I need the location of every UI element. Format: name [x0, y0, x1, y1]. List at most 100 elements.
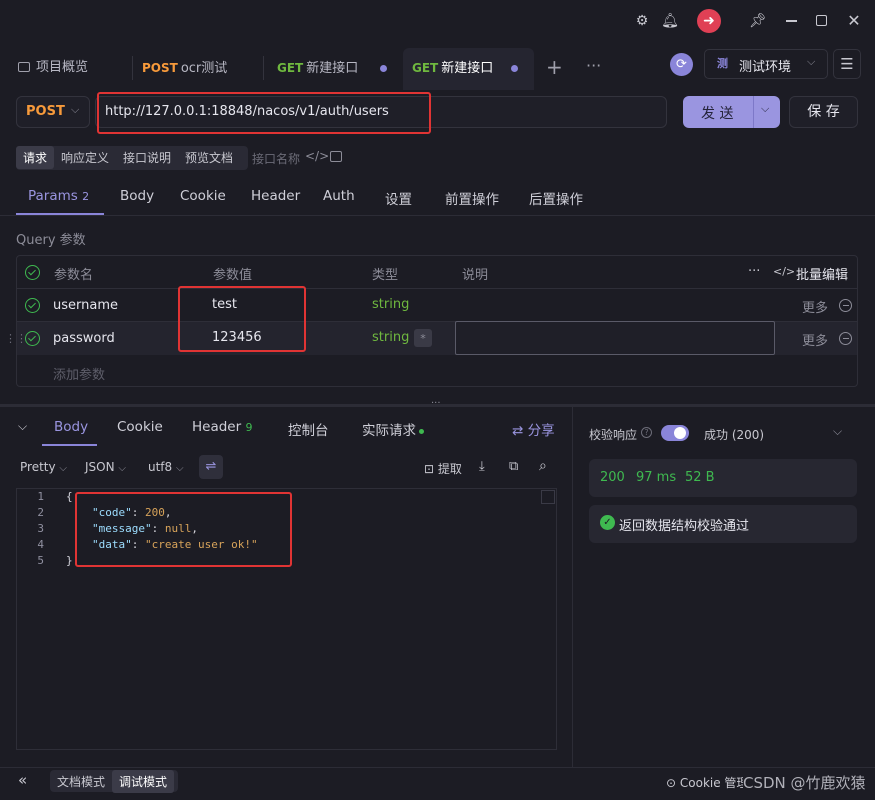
subtab-api-desc[interactable]: 接口说明 — [116, 146, 178, 169]
highlight-url — [97, 92, 431, 134]
subtab-preview-doc[interactable]: 预览文档 — [178, 146, 240, 169]
save-button[interactable]: 保 存 — [789, 96, 858, 128]
collapse-sidebar-icon[interactable]: « — [18, 771, 27, 789]
tab-params[interactable]: Params 2 — [28, 188, 89, 204]
extract-icon: ⊡ — [424, 462, 435, 476]
cookie-manager-button[interactable]: ⊙ Cookie 管理 — [666, 774, 748, 791]
search-icon[interactable]: ⌕ — [539, 458, 547, 474]
more-tabs-icon[interactable]: ··· — [586, 56, 601, 75]
extract-button[interactable]: ⊡ 提取 — [424, 460, 462, 477]
unsaved-dot — [511, 65, 519, 72]
debug-mode-button[interactable]: 调试模式 — [112, 770, 175, 793]
validate-panel: ✓ 返回数据结构校验通过 — [589, 505, 857, 543]
chevron-down-icon: ⌵ — [807, 55, 816, 68]
resp-tab-body[interactable]: Body — [54, 419, 88, 435]
api-name-input[interactable]: 接口名称 — [252, 150, 300, 167]
header-name: 参数名 — [54, 268, 94, 283]
tab-header[interactable]: Header — [251, 188, 300, 204]
param-type[interactable]: string — [372, 330, 409, 345]
chevron-down-icon[interactable]: ⌵ — [761, 102, 769, 116]
subtab-response-def[interactable]: 响应定义 — [54, 146, 116, 169]
status-code: 200 — [600, 470, 625, 485]
row-checkbox[interactable] — [25, 331, 40, 346]
pretty-select[interactable]: Pretty ⌵ — [20, 460, 67, 474]
validate-toggle[interactable] — [661, 425, 689, 441]
more-icon[interactable]: ··· — [748, 264, 760, 279]
bell-icon[interactable]: 🔔︎ — [661, 12, 679, 30]
tab-settings[interactable]: 设置 — [385, 188, 412, 208]
validate-label: 校验响应 — [589, 428, 638, 442]
tab-new-api-2[interactable]: GET 新建接口 — [412, 48, 519, 88]
tab-auth[interactable]: Auth — [323, 188, 355, 204]
share-icon: ⇄ — [512, 423, 524, 439]
json-select[interactable]: JSON ⌵ — [85, 460, 126, 474]
tab-post-ops[interactable]: 后置操作 — [529, 188, 583, 208]
param-name[interactable]: password — [53, 331, 115, 346]
highlight-response — [75, 492, 292, 567]
panel-icon[interactable] — [330, 151, 342, 162]
cookie-icon: ⊙ — [666, 776, 677, 790]
collapse-icon[interactable]: ⌵ — [18, 419, 27, 434]
bulk-edit-button[interactable]: 批量编辑 — [796, 264, 848, 283]
sync-icon[interactable]: ⟳ — [670, 53, 693, 76]
response-time: 97 ms — [636, 470, 677, 485]
tab-ocr[interactable]: POST ocr测试 — [142, 48, 227, 88]
tab-cookie[interactable]: Cookie — [180, 188, 226, 204]
header-desc: 说明 — [462, 268, 489, 283]
unsaved-dot — [380, 65, 388, 72]
minimize-icon[interactable] — [786, 20, 797, 22]
settings-icon[interactable]: ⚙ — [633, 12, 651, 30]
encoding-select[interactable]: utf8 ⌵ — [148, 460, 184, 474]
method-select[interactable]: POST ⌵ — [16, 96, 90, 128]
copy-icon[interactable]: ⧉ — [509, 459, 518, 474]
close-icon[interactable]: ✕ — [845, 12, 863, 30]
select-all-checkbox[interactable] — [25, 265, 40, 280]
required-toggle[interactable]: * — [414, 329, 432, 347]
resp-tab-console[interactable]: 控制台 — [288, 419, 329, 439]
row-checkbox[interactable] — [25, 298, 40, 313]
remove-row-icon[interactable] — [839, 299, 852, 312]
add-tab-icon[interactable]: + — [546, 55, 563, 79]
drag-handle-icon[interactable]: ⋮⋮ — [5, 332, 27, 345]
param-name[interactable]: username — [53, 298, 118, 313]
wrap-icon[interactable]: ⇌ — [199, 455, 223, 479]
pin-icon[interactable]: 📌︎ — [749, 12, 767, 30]
response-size: 52 B — [685, 470, 715, 485]
tab-bar: 项目概览 POST ocr测试 GET 新建接口 GET 新建接口 + ··· ⟳ 测… — [0, 48, 875, 90]
share-button[interactable]: ⇄ 分享 — [512, 419, 555, 439]
remove-row-icon[interactable] — [839, 332, 852, 345]
add-param-button[interactable]: 添加参数 — [53, 364, 105, 383]
avatar[interactable]: ➜ — [697, 9, 721, 33]
validate-result-select[interactable]: 成功 (200) — [704, 426, 764, 443]
status-panel: 200 97 ms 52 B — [589, 459, 857, 497]
more-button[interactable]: 更多 — [802, 330, 828, 349]
header-value: 参数值 — [213, 268, 253, 283]
chevron-down-icon[interactable]: ⌵ — [833, 424, 842, 439]
splitter-handle-icon[interactable]: ··· — [431, 398, 441, 409]
tab-overview[interactable]: 项目概览 — [18, 48, 88, 88]
send-button[interactable]: 发 送 ⌵ — [683, 96, 780, 128]
download-icon[interactable]: ⤓ — [479, 459, 485, 474]
param-type[interactable]: string — [372, 297, 409, 312]
env-selector[interactable]: 测 测试环境 ⌵ — [704, 49, 828, 79]
watermark: CSDN @竹鹿欢猿 — [743, 772, 866, 793]
menu-icon[interactable]: ☰ — [833, 49, 861, 79]
more-button[interactable]: 更多 — [802, 297, 828, 316]
tab-pre-ops[interactable]: 前置操作 — [445, 188, 499, 208]
code-icon: </> — [773, 265, 796, 278]
subtab-request[interactable]: 请求 — [16, 146, 55, 169]
doc-mode-button[interactable]: 文档模式 — [50, 770, 112, 793]
resp-tab-actual[interactable]: 实际请求 — [362, 419, 424, 439]
maximize-icon[interactable] — [816, 15, 827, 26]
scrollbar[interactable] — [541, 490, 555, 504]
resp-tab-header[interactable]: Header 9 — [192, 419, 252, 435]
tab-body[interactable]: Body — [120, 188, 154, 204]
env-badge: 测 — [717, 57, 728, 70]
tab-new-api-1[interactable]: GET 新建接口 — [277, 48, 388, 88]
param-desc-input[interactable] — [455, 321, 775, 355]
code-icon[interactable]: </> — [305, 149, 329, 163]
help-icon[interactable]: ? — [641, 427, 652, 438]
subtab-group: 请求 响应定义 接口说明 预览文档 — [16, 146, 248, 170]
resp-tab-cookie[interactable]: Cookie — [117, 419, 163, 435]
mode-switch: 文档模式 调试模式 — [50, 770, 178, 793]
